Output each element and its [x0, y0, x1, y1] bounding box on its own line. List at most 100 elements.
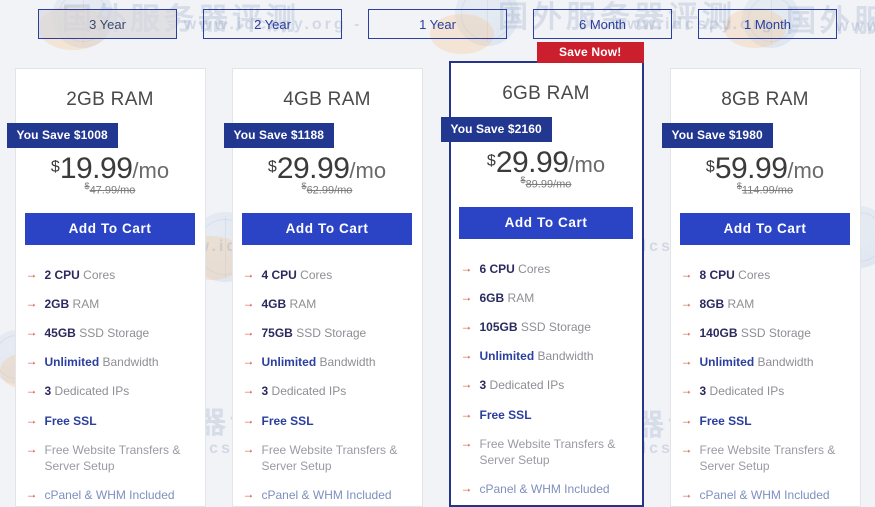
- add-to-cart-button[interactable]: Add To Cart: [459, 206, 633, 239]
- feature-text: Free Website Transfers & Server Setup: [262, 442, 414, 474]
- billing-period-selector: 3 Year 2 Year 1 Year 6 Month 1 Month: [0, 9, 875, 39]
- feature-text: 3 Dedicated IPs: [700, 383, 785, 399]
- feature-list: → 4 CPU Cores → 4GB RAM → 75GB SSD Storage → Un…: [233, 267, 422, 504]
- arrow-right-icon: →: [680, 441, 693, 456]
- period-option-1-month[interactable]: 1 Month: [698, 9, 837, 39]
- feature-text: Free SSL: [700, 413, 752, 429]
- feature-item: → cPanel & WHM Included: [681, 487, 852, 503]
- feature-text: 8 CPU Cores: [700, 267, 771, 283]
- arrow-right-icon: →: [25, 383, 38, 398]
- feature-item: → Free SSL: [26, 413, 197, 429]
- feature-label: Free Website Transfers & Server Setup: [261, 442, 398, 473]
- feature-label: Free Website Transfers & Server Setup: [479, 436, 616, 467]
- feature-label: SSD Storage: [292, 326, 367, 341]
- feature-item: → Unlimited Bandwidth: [681, 354, 852, 370]
- save-badge-row: You Save $1008: [6, 123, 205, 148]
- feature-label: RAM: [286, 296, 317, 311]
- currency-symbol: $: [267, 158, 277, 176]
- feature-item: → Free Website Transfers & Server Setup: [681, 442, 852, 474]
- currency-symbol: $: [50, 158, 60, 176]
- feature-highlight: Free SSL: [44, 413, 97, 428]
- feature-label: Dedicated IPs: [486, 378, 565, 393]
- period-option-label: 1 Month: [744, 16, 791, 32]
- period-option-label: 3 Year: [89, 16, 126, 32]
- feature-item: → 75GB SSD Storage: [243, 325, 414, 341]
- feature-highlight: 4 CPU: [261, 267, 297, 282]
- feature-item: → cPanel & WHM Included: [26, 487, 197, 503]
- feature-item: → 3 Dedicated IPs: [681, 383, 852, 399]
- price-period: /mo: [787, 158, 825, 183]
- price-block: $59.99/mo: [671, 154, 860, 184]
- arrow-right-icon: →: [242, 266, 255, 281]
- feature-label: Free Website Transfers & Server Setup: [699, 442, 836, 473]
- you-save-badge: You Save $1188: [223, 123, 335, 148]
- arrow-right-icon: →: [25, 412, 38, 427]
- original-price: $47.99/mo: [16, 181, 205, 197]
- arrow-right-icon: →: [680, 295, 693, 310]
- feature-item: → Free Website Transfers & Server Setup: [461, 436, 634, 468]
- price-block: $29.99/mo: [451, 148, 642, 178]
- feature-text: cPanel & WHM Included: [45, 487, 175, 503]
- feature-highlight: Free SSL: [699, 413, 752, 428]
- arrow-right-icon: →: [25, 487, 38, 502]
- feature-text: 2GB RAM: [45, 296, 100, 312]
- feature-label: Bandwidth: [99, 355, 159, 370]
- period-option-3-year[interactable]: 3 Year: [38, 9, 177, 39]
- feature-label: Dedicated IPs: [706, 384, 785, 399]
- arrow-right-icon: →: [460, 289, 473, 304]
- feature-highlight: 4GB: [261, 296, 287, 311]
- original-price-value: 62.99/mo: [306, 184, 353, 197]
- arrow-right-icon: →: [460, 435, 473, 450]
- arrow-right-icon: →: [680, 487, 693, 502]
- you-save-badge: You Save $1008: [6, 123, 118, 148]
- period-option-label: 2 Year: [254, 16, 291, 32]
- arrow-right-icon: →: [680, 354, 693, 369]
- feature-item: → 6GB RAM: [461, 290, 634, 306]
- feature-text: Unlimited Bandwidth: [45, 354, 159, 370]
- feature-text: 3 Dedicated IPs: [45, 383, 130, 399]
- feature-label: cPanel & WHM Included: [699, 488, 830, 503]
- feature-highlight: 2 CPU: [44, 267, 80, 282]
- currency-symbol: $: [705, 158, 715, 176]
- feature-label: Bandwidth: [316, 355, 376, 370]
- arrow-right-icon: →: [25, 295, 38, 310]
- pricing-card: 4GB RAM You Save $1188 $29.99/mo $62.99/mo A…: [223, 68, 423, 507]
- period-option-6-month[interactable]: 6 Month: [533, 9, 672, 39]
- feature-item: → Free SSL: [243, 413, 414, 429]
- feature-item: → cPanel & WHM Included: [461, 481, 634, 497]
- feature-highlight: 6GB: [479, 290, 505, 305]
- feature-text: cPanel & WHM Included: [262, 487, 392, 503]
- add-to-cart-button[interactable]: Add To Cart: [25, 212, 195, 245]
- feature-text: Unlimited Bandwidth: [480, 348, 594, 364]
- feature-text: 140GB SSD Storage: [700, 325, 811, 341]
- save-badge-row: You Save $1980: [661, 123, 860, 148]
- period-option-label: 1 Year: [419, 16, 456, 32]
- feature-label: Bandwidth: [534, 349, 594, 364]
- feature-item: → Unlimited Bandwidth: [461, 348, 634, 364]
- feature-item: → Free SSL: [681, 413, 852, 429]
- feature-item: → cPanel & WHM Included: [243, 487, 414, 503]
- period-option-2-year[interactable]: 2 Year: [203, 9, 342, 39]
- save-now-ribbon: Save Now!: [537, 42, 644, 63]
- feature-list: → 8 CPU Cores → 8GB RAM → 140GB SSD Storage → U…: [671, 267, 860, 504]
- arrow-right-icon: →: [680, 266, 693, 281]
- period-option-1-year[interactable]: 1 Year: [368, 9, 507, 39]
- feature-text: Unlimited Bandwidth: [262, 354, 376, 370]
- arrow-right-icon: →: [460, 260, 473, 275]
- feature-item: → 6 CPU Cores: [461, 261, 634, 277]
- arrow-right-icon: →: [680, 383, 693, 398]
- feature-label: SSD Storage: [75, 326, 150, 341]
- arrow-right-icon: →: [460, 319, 473, 334]
- feature-label: cPanel & WHM Included: [261, 488, 392, 503]
- feature-item: → Unlimited Bandwidth: [243, 354, 414, 370]
- original-price: $62.99/mo: [233, 181, 422, 197]
- pricing-card: Save Now! 6GB RAM You Save $2160 $29.99/mo $…: [440, 42, 644, 507]
- price-period: /mo: [349, 158, 387, 183]
- add-to-cart-button[interactable]: Add To Cart: [680, 212, 850, 245]
- feature-text: 3 Dedicated IPs: [480, 377, 565, 393]
- feature-highlight: Unlimited: [479, 349, 535, 364]
- feature-item: → Free SSL: [461, 407, 634, 423]
- feature-label: Cores: [514, 261, 551, 276]
- plan-title: 6GB RAM: [502, 83, 590, 104]
- add-to-cart-button[interactable]: Add To Cart: [242, 212, 412, 245]
